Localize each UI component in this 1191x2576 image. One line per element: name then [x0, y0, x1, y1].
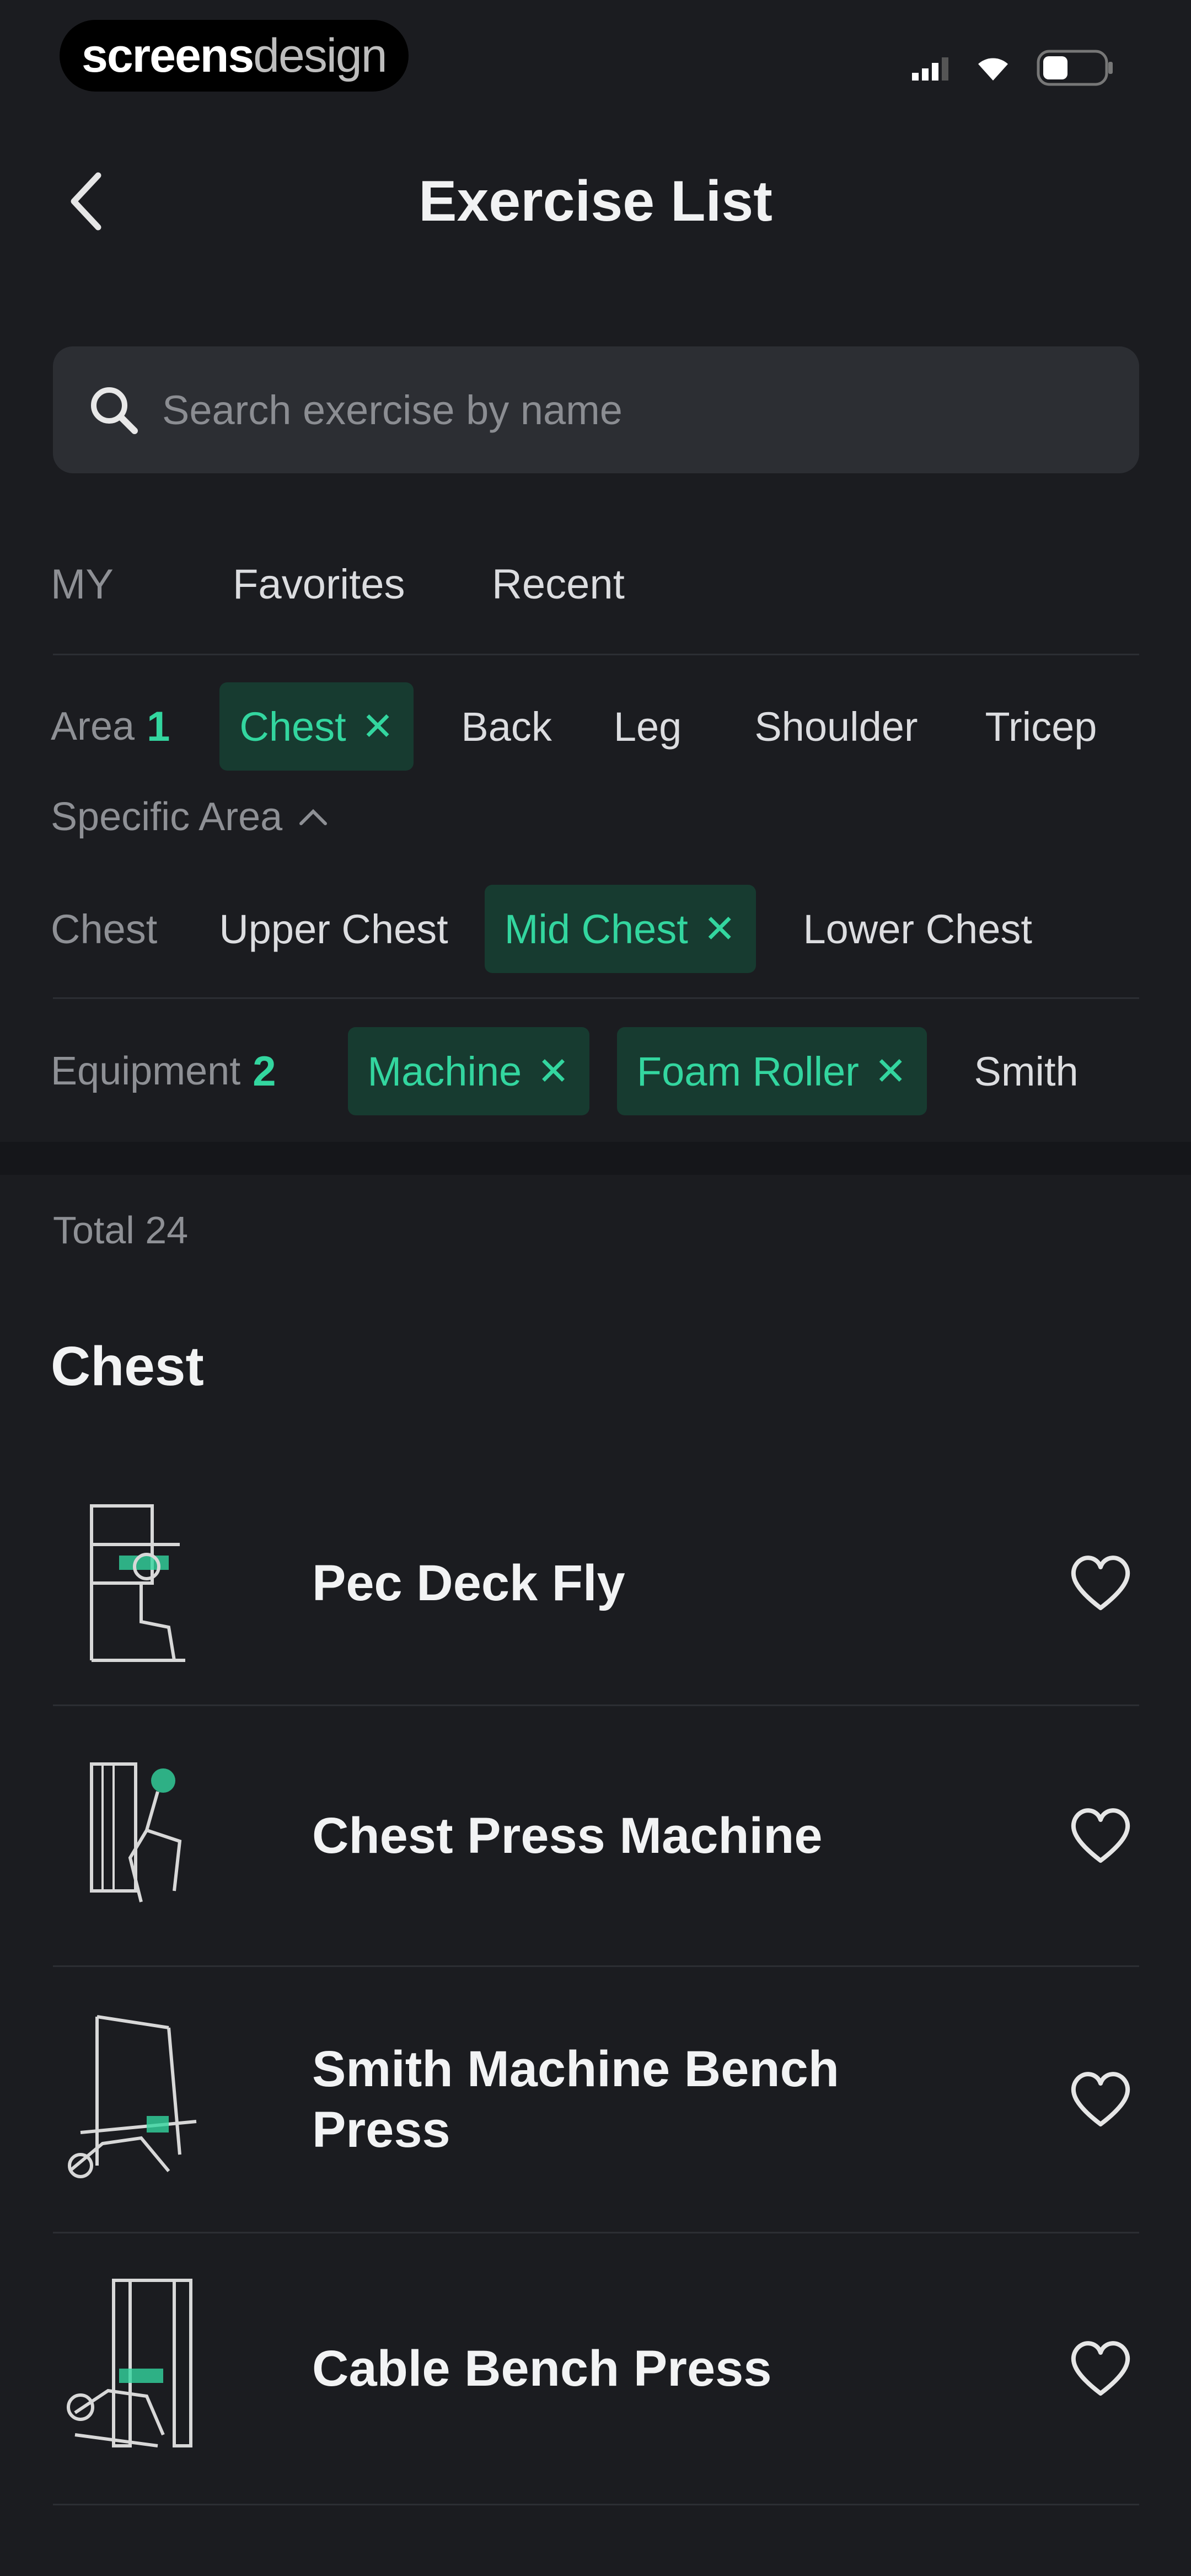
- divider: [53, 997, 1139, 999]
- exercise-illustration: [53, 2006, 218, 2193]
- favorite-button[interactable]: [1062, 2061, 1139, 2138]
- chevron-left-icon: [71, 172, 101, 231]
- close-icon[interactable]: ✕: [704, 906, 736, 952]
- heart-icon: [1071, 1556, 1130, 1610]
- brand-logo-bold: screens: [82, 29, 254, 82]
- chip-label: Foam Roller: [636, 1048, 859, 1094]
- divider: [53, 654, 1139, 655]
- back-button[interactable]: [61, 165, 110, 237]
- status-icons: [911, 50, 1114, 86]
- tab-my[interactable]: MY: [51, 552, 233, 618]
- section-separator: [0, 1142, 1191, 1175]
- specific-area-label: Specific Area: [51, 795, 283, 839]
- close-icon[interactable]: ✕: [875, 1049, 907, 1094]
- chip-label: Shoulder: [754, 703, 918, 750]
- battery-icon: [1037, 50, 1113, 86]
- chip-label: Machine: [367, 1048, 522, 1094]
- tab-favorites[interactable]: Favorites: [233, 552, 492, 618]
- area-count: 1: [147, 703, 170, 750]
- chip-label: Mid Chest: [504, 906, 688, 952]
- chip-tricep[interactable]: Tricep: [965, 682, 1117, 771]
- close-icon[interactable]: ✕: [362, 704, 394, 749]
- exercise-item[interactable]: Chest Press Machine: [53, 1706, 1139, 1967]
- chip-label: Chest: [51, 906, 158, 952]
- chip-chest[interactable]: Chest ✕: [219, 682, 414, 771]
- exercise-name: Smith Machine Bench Press: [312, 2041, 839, 2158]
- wifi-icon: [978, 58, 1008, 81]
- chip-back[interactable]: Back: [441, 682, 572, 771]
- section-title: Chest: [51, 1335, 204, 1397]
- chip-leg[interactable]: Leg: [594, 682, 701, 771]
- specific-area-toggle[interactable]: Specific Area: [51, 794, 329, 840]
- chip-foam-roller[interactable]: Foam Roller ✕: [616, 1027, 927, 1115]
- chip-label: Upper Chest: [219, 906, 448, 952]
- heart-icon: [1071, 1808, 1130, 1863]
- exercise-item[interactable]: Cable Bench Press: [53, 2233, 1139, 2505]
- heart-icon: [1071, 2341, 1130, 2396]
- chip-smith[interactable]: Smith: [954, 1027, 1098, 1115]
- brand-logo-light: design: [253, 29, 387, 82]
- favorite-button[interactable]: [1062, 2330, 1139, 2407]
- area-label: Area: [51, 704, 135, 749]
- signal-icon: [912, 57, 948, 81]
- exercise-illustration: [53, 2275, 218, 2462]
- chip-label: Tricep: [985, 703, 1097, 750]
- chip-chest-general[interactable]: Chest: [51, 885, 177, 973]
- chip-label: Leg: [613, 703, 682, 750]
- results-total: Total 24: [53, 1209, 189, 1252]
- page-title: Exercise List: [419, 169, 772, 233]
- tab-bar: MY Favorites Recent: [51, 552, 625, 618]
- chip-label: Smith: [974, 1048, 1079, 1094]
- chip-label: Lower Chest: [803, 906, 1032, 952]
- favorite-button[interactable]: [1062, 1544, 1139, 1622]
- chip-upper-chest[interactable]: Upper Chest: [199, 885, 468, 973]
- chip-label: Back: [461, 703, 552, 750]
- chevron-up-icon: [299, 809, 328, 825]
- exercise-name: Pec Deck Fly: [312, 1555, 625, 1611]
- brand-logo: screens design: [60, 20, 409, 92]
- close-icon[interactable]: ✕: [537, 1049, 570, 1094]
- search-input[interactable]: [161, 386, 1073, 434]
- favorite-button[interactable]: [1062, 1797, 1139, 1874]
- specific-area-row: Chest Upper Chest Mid Chest ✕ Lower Ches…: [51, 885, 1052, 973]
- tab-recent[interactable]: Recent: [492, 552, 625, 618]
- exercise-name: Cable Bench Press: [312, 2340, 772, 2397]
- chip-machine[interactable]: Machine ✕: [347, 1027, 589, 1115]
- heart-icon: [1071, 2072, 1130, 2126]
- chip-label: Chest: [239, 703, 346, 750]
- exercise-item[interactable]: Smith Machine Bench Press: [53, 1967, 1139, 2233]
- equipment-filter-row: Equipment 2 Machine ✕ Foam Roller ✕ Smit…: [51, 1027, 1098, 1115]
- search-icon: [86, 382, 141, 437]
- search-bar[interactable]: [53, 346, 1139, 473]
- area-filter-row: Area 1 Chest ✕ Back Leg Shoulder Tricep: [51, 682, 1117, 771]
- exercise-illustration: [53, 1742, 218, 1930]
- chip-lower-chest[interactable]: Lower Chest: [784, 885, 1052, 973]
- exercise-name: Chest Press Machine: [312, 1808, 823, 1864]
- equipment-label: Equipment: [51, 1049, 241, 1093]
- exercise-illustration: [53, 1489, 218, 1677]
- chip-mid-chest[interactable]: Mid Chest ✕: [484, 885, 756, 973]
- exercise-item[interactable]: Pec Deck Fly: [53, 1462, 1139, 1706]
- equipment-count: 2: [253, 1047, 276, 1095]
- chip-shoulder[interactable]: Shoulder: [734, 682, 937, 771]
